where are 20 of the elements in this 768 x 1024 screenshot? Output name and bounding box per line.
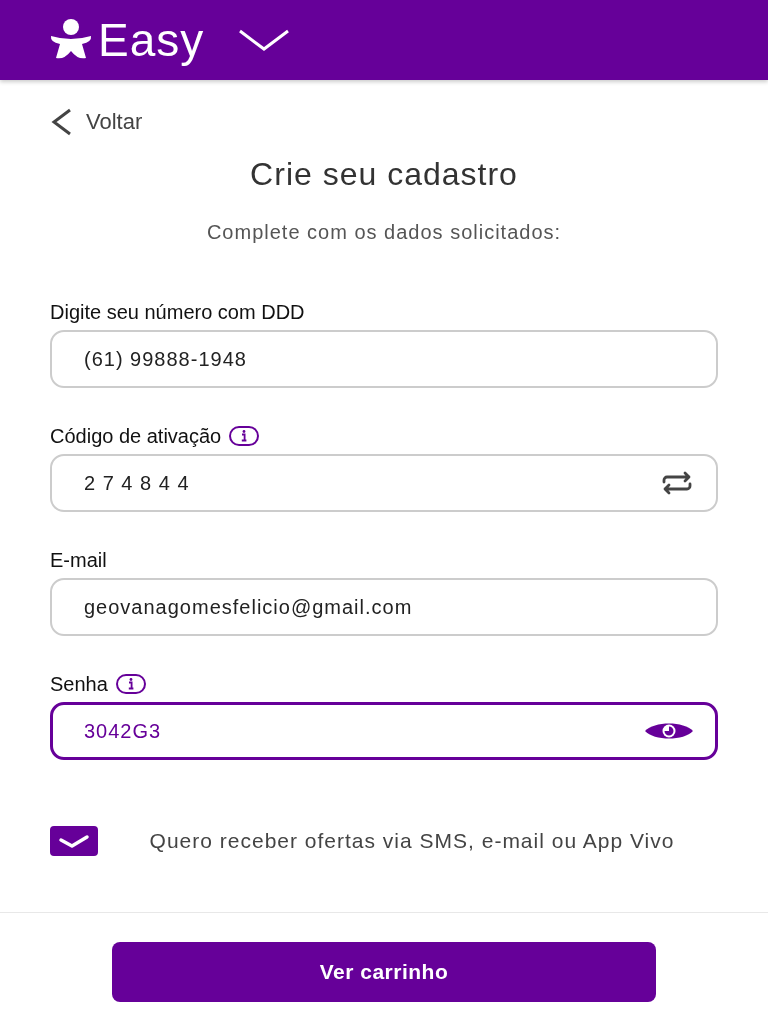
back-link[interactable]: Voltar — [50, 102, 143, 142]
refresh-icon[interactable] — [660, 471, 694, 495]
input-field[interactable]: 2 7 4 8 4 4 — [50, 454, 718, 512]
field-label: E-mail — [50, 548, 107, 572]
field-label: Código de ativação — [50, 424, 222, 448]
field-label: Senha — [50, 672, 108, 696]
chevron-down-icon[interactable] — [238, 29, 291, 51]
page-subtitle: Complete com os dados solicitados: — [205, 221, 563, 244]
cart-button[interactable]: Ver carrinho — [112, 941, 656, 1002]
info-icon[interactable] — [229, 426, 260, 446]
field-label: Digite seu número com DDD — [50, 300, 305, 324]
input-field[interactable]: 3042G3 — [50, 702, 718, 760]
brand-name: Easy — [98, 13, 205, 67]
page-title: Crie seu cadastro — [249, 156, 519, 193]
checkbox[interactable] — [50, 826, 98, 856]
consent-label: Quero receber ofertas via SMS, e-mail ou App Vivo — [148, 829, 676, 853]
checkmark-icon — [58, 833, 90, 849]
input-field[interactable]: (61) 99888-1948 — [50, 330, 718, 388]
info-icon[interactable] — [115, 674, 146, 694]
input-field[interactable]: geovanagomesfelicio@gmail.com — [50, 578, 718, 636]
